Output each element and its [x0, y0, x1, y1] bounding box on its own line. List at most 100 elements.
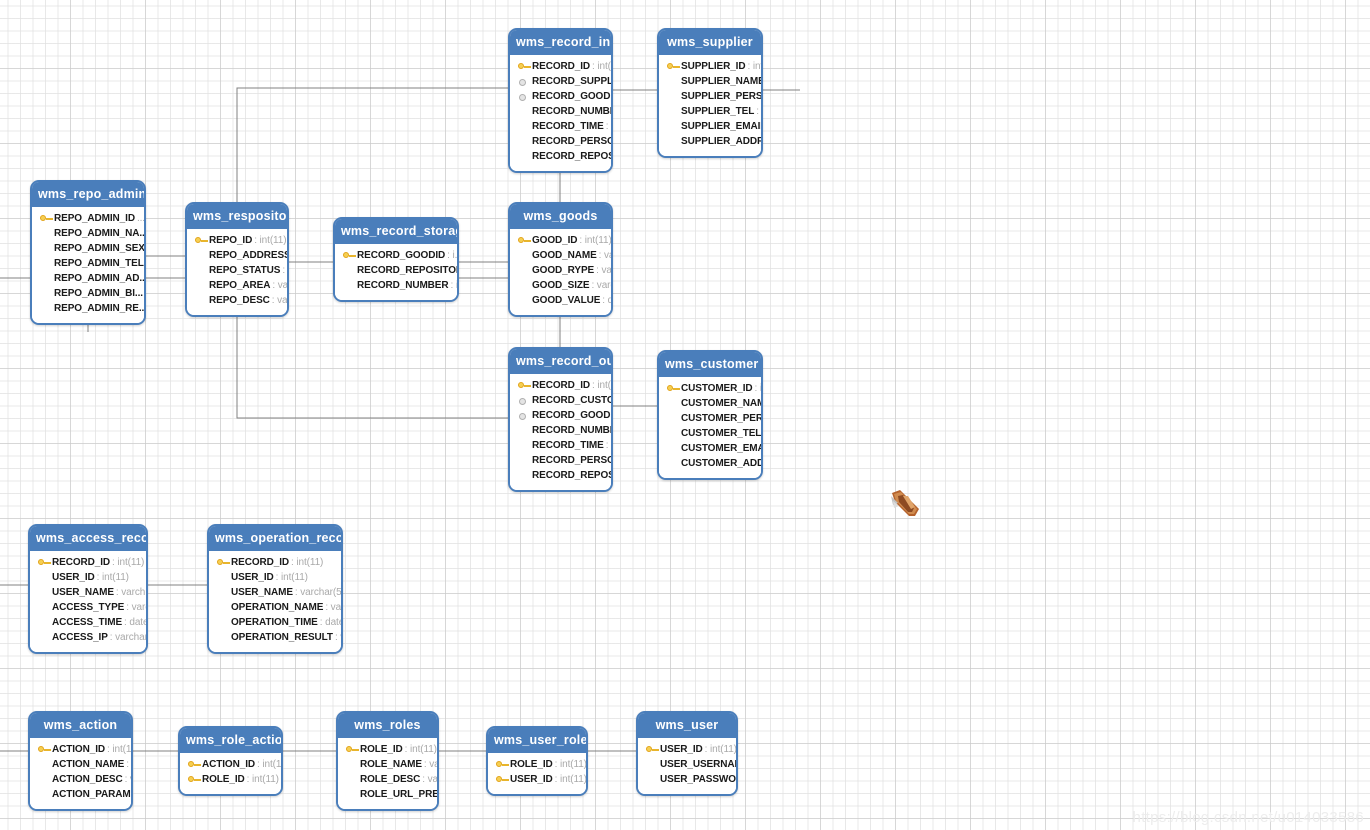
table-field-row[interactable]: USER_NAME: varch... — [30, 585, 146, 600]
table-field-row[interactable]: RECORD_REPOSITORY — [335, 263, 457, 278]
table-field-row[interactable]: CUSTOMER_EMAIL — [659, 441, 761, 456]
table-field-row[interactable]: USER_ID: int(11) — [638, 742, 736, 757]
table-field-row[interactable]: RECORD_PERSON — [510, 453, 611, 468]
table-field-row[interactable]: RECORD_REPOS... — [510, 149, 611, 164]
table-field-row[interactable]: ROLE_NAME: var... — [338, 757, 437, 772]
table-fields: SUPPLIER_ID: int... SUPPLIER_NAME SUPPLIER… — [659, 55, 761, 156]
table-field-row[interactable]: REPO_ADMIN_SEX — [32, 241, 144, 256]
table-field-row[interactable]: GOOD_NAME: va... — [510, 248, 611, 263]
table-field-row[interactable]: CUSTOMER_ID: i... — [659, 381, 761, 396]
table-field-row[interactable]: REPO_ADMIN_NA... — [32, 226, 144, 241]
table-field-row[interactable]: GOOD_ID: int(11) — [510, 233, 611, 248]
table-field-row[interactable]: CUSTOMER_ADD... — [659, 456, 761, 471]
table-field-row[interactable]: ACTION_DESC: v... — [30, 772, 131, 787]
table-field-row[interactable]: ACCESS_TIME: datet... — [30, 615, 146, 630]
table-field-row[interactable]: ROLE_ID: int(11) — [338, 742, 437, 757]
er-table[interactable]: wms_goodsGOOD_ID: int(11)GOOD_NAME: va..… — [508, 202, 613, 317]
table-field-row[interactable]: SUPPLIER_ID: int... — [659, 59, 761, 74]
er-table[interactable]: wms_userUSER_ID: int(11)USER_USERNAMEUSE… — [636, 711, 738, 796]
table-field-row[interactable]: GOOD_VALUE: d... — [510, 293, 611, 308]
table-field-row[interactable]: RECORD_CUSTO... — [510, 393, 611, 408]
table-field-row[interactable]: REPO_AREA: var... — [187, 278, 287, 293]
table-field-row[interactable]: REPO_ADMIN_RE... — [32, 301, 144, 316]
table-field-row[interactable]: CUSTOMER_PER... — [659, 411, 761, 426]
er-diagram-canvas[interactable]: wms_repo_adminREPO_ADMIN_ID...REPO_ADMIN… — [0, 0, 1370, 830]
table-field-row[interactable]: CUSTOMER_TEL ... — [659, 426, 761, 441]
table-field-row[interactable]: ROLE_DESC: var... — [338, 772, 437, 787]
table-field-row[interactable]: USER_ID: int(11) — [209, 570, 341, 585]
table-field-row[interactable]: USER_NAME: varchar(50) — [209, 585, 341, 600]
er-table[interactable]: wms_record_out RECORD_ID: int(... RECORD_C… — [508, 347, 613, 492]
table-field-row[interactable]: REPO_DESC: var... — [187, 293, 287, 308]
table-field-row[interactable]: GOOD_SIZE: varc... — [510, 278, 611, 293]
field-type: : var... — [422, 774, 437, 785]
er-table[interactable]: wms_record_in RECORD_ID: int(... RECORD_SU… — [508, 28, 613, 173]
table-field-row[interactable]: SUPPLIER_NAME — [659, 74, 761, 89]
table-field-row[interactable]: RECORD_ID: int(... — [510, 59, 611, 74]
table-field-row[interactable]: ACTION_ID: int(11) — [30, 742, 131, 757]
table-field-row[interactable]: RECORD_TIME: ... — [510, 438, 611, 453]
primary-key-icon — [187, 758, 202, 771]
table-field-row[interactable]: ACCESS_TYPE: varc... — [30, 600, 146, 615]
table-field-row[interactable]: RECORD_ID: int(11) — [30, 555, 146, 570]
er-table[interactable]: wms_record_storageRECORD_GOODID: i...REC… — [333, 217, 459, 302]
er-table[interactable]: wms_supplierSUPPLIER_ID: int...SUPPLIER_… — [657, 28, 763, 158]
table-field-row[interactable]: ROLE_ID: int(11) — [488, 757, 586, 772]
table-field-row[interactable]: OPERATION_RESULT: v... — [209, 630, 341, 645]
table-field-row[interactable]: REPO_ADMIN_BI... — [32, 286, 144, 301]
er-table[interactable]: wms_rolesROLE_ID: int(11)ROLE_NAME: var.… — [336, 711, 439, 811]
table-field-row[interactable]: RECORD_NUMBER — [510, 104, 611, 119]
table-field-row[interactable]: ACTION_PARAM... — [30, 787, 131, 802]
table-field-row[interactable]: RECORD_GOODID: i... — [335, 248, 457, 263]
table-field-row[interactable]: ACTION_ID: int(11) — [180, 757, 281, 772]
table-field-row[interactable]: REPO_ADDRESS... — [187, 248, 287, 263]
table-field-row[interactable]: REPO_ADMIN_ID... — [32, 211, 144, 226]
table-field-row[interactable]: REPO_STATUS: ... — [187, 263, 287, 278]
table-field-row[interactable]: RECORD_GOODID: — [510, 408, 611, 423]
table-field-row[interactable]: RECORD_NUMBER — [510, 423, 611, 438]
table-field-row[interactable]: USER_ID: int(11) — [488, 772, 586, 787]
table-field-row[interactable]: RECORD_REPOS... — [510, 468, 611, 483]
table-field-row[interactable]: RECORD_TIME: ... — [510, 119, 611, 134]
er-table[interactable]: wms_role_actionACTION_ID: int(11)ROLE_ID… — [178, 726, 283, 796]
table-field-row[interactable]: CUSTOMER_NAME — [659, 396, 761, 411]
table-field-row[interactable]: REPO_ID: int(11) — [187, 233, 287, 248]
table-field-row[interactable]: RECORD_PERSON — [510, 134, 611, 149]
table-field-row[interactable]: USER_USERNAME — [638, 757, 736, 772]
table-field-row[interactable]: GOOD_RYPE: va... — [510, 263, 611, 278]
table-field-row[interactable]: REPO_ADMIN_TEL: — [32, 256, 144, 271]
table-field-row[interactable]: OPERATION_TIME: date... — [209, 615, 341, 630]
table-field-row[interactable]: REPO_ADMIN_AD... — [32, 271, 144, 286]
no-key-spacer — [37, 586, 52, 599]
relationship-line — [236, 87, 508, 202]
er-table[interactable]: wms_customer CUSTOMER_ID: i... CUSTOMER_NA… — [657, 350, 763, 480]
table-field-row[interactable]: SUPPLIER_EMAIL — [659, 119, 761, 134]
table-field-row[interactable]: RECORD_ID: int(11) — [209, 555, 341, 570]
table-field-row[interactable]: USER_ID: int(11) — [30, 570, 146, 585]
er-table[interactable]: wms_user_role ROLE_ID: int(11) USER_ID: in… — [486, 726, 588, 796]
table-field-row[interactable]: RECORD_SUPPLI... — [510, 74, 611, 89]
field-name: ROLE_URL_PREF... — [360, 789, 437, 800]
table-field-row[interactable]: ACCESS_IP: varchar... — [30, 630, 146, 645]
field-type: : var... — [272, 280, 287, 291]
table-field-row[interactable]: SUPPLIER_PERS... — [659, 89, 761, 104]
er-table[interactable]: wms_actionACTION_ID: int(11)ACTION_NAME:… — [28, 711, 133, 811]
field-type: : int(... — [592, 61, 611, 72]
er-table[interactable]: wms_operation_record RECORD_ID: int(11) US… — [207, 524, 343, 654]
table-field-row[interactable]: RECORD_GOODID: — [510, 89, 611, 104]
er-table[interactable]: wms_repo_adminREPO_ADMIN_ID...REPO_ADMIN… — [30, 180, 146, 325]
table-field-row[interactable]: RECORD_ID: int(... — [510, 378, 611, 393]
table-field-row[interactable]: ROLE_ID: int(11) — [180, 772, 281, 787]
table-field-row[interactable]: SUPPLIER_TEL: ... — [659, 104, 761, 119]
table-field-row[interactable]: USER_PASSWORD — [638, 772, 736, 787]
no-key-spacer — [194, 249, 209, 262]
table-fields: RECORD_GOODID: i...RECORD_REPOSITORYRECO… — [335, 244, 457, 300]
table-field-row[interactable]: RECORD_NUMBER: i... — [335, 278, 457, 293]
table-field-row[interactable]: ACTION_NAME: ... — [30, 757, 131, 772]
er-table[interactable]: wms_access_recordRECORD_ID: int(11)USER_… — [28, 524, 148, 654]
table-field-row[interactable]: SUPPLIER_ADDR... — [659, 134, 761, 149]
er-table[interactable]: wms_respository REPO_ID: int(11) REPO_ADDR… — [185, 202, 289, 317]
table-field-row[interactable]: OPERATION_NAME: var... — [209, 600, 341, 615]
table-field-row[interactable]: ROLE_URL_PREF... — [338, 787, 437, 802]
field-type: : ... — [756, 106, 761, 117]
